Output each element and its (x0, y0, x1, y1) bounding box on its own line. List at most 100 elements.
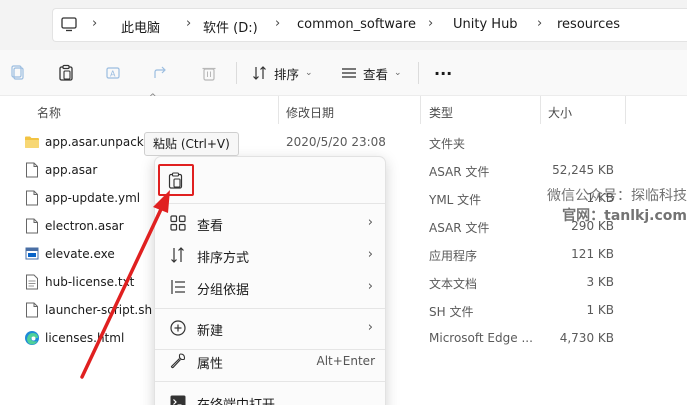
group-icon (171, 280, 185, 294)
file-name: app-update.yml (45, 191, 141, 205)
more-options-button[interactable]: ··· (434, 63, 452, 83)
chevron-down-icon: ⌄ (305, 68, 313, 78)
delete-icon[interactable] (200, 64, 218, 82)
menu-separator (155, 381, 385, 382)
file-name: launcher-script.sh (45, 303, 153, 317)
file-size: 1 KB (586, 303, 614, 317)
address-bar-area: › 此电脑 › 软件 (D:) › common_software › Unit… (0, 0, 687, 50)
column-header-name[interactable]: 名称 (37, 104, 61, 121)
paste-icon (168, 172, 183, 189)
sort-button-label: 排序 (274, 66, 300, 82)
chevron-right-icon: › (92, 16, 98, 31)
view-button-label: 查看 (363, 66, 389, 82)
paste-icon[interactable] (57, 64, 75, 82)
file-name: hub-license.txt (45, 275, 135, 289)
menu-item-label: 分组依据 (197, 283, 250, 298)
view-button[interactable]: 查看 ⌄ (341, 63, 402, 83)
column-divider[interactable] (278, 96, 279, 124)
menu-separator (155, 308, 385, 309)
grid-icon (170, 215, 186, 231)
breadcrumb-item[interactable]: Unity Hub (453, 17, 518, 32)
plus-circle-icon (170, 320, 186, 336)
file-type: 文件夹 (429, 137, 466, 151)
file-name: electron.asar (45, 219, 124, 233)
menu-item-sort-by[interactable]: 排序方式 › (155, 240, 385, 270)
chevron-right-icon: › (367, 279, 373, 294)
menu-item-view[interactable]: 查看 › (155, 208, 385, 238)
watermark-line-1: 微信公众号：探临科技 (547, 188, 687, 204)
file-type: SH 文件 (429, 305, 474, 319)
menu-item-label: 查看 (197, 219, 224, 234)
file-type: Microsoft Edge ... (429, 331, 533, 345)
menu-item-group-by[interactable]: 分组依据 › (155, 272, 385, 302)
column-divider[interactable] (540, 96, 541, 124)
breadcrumb-item[interactable]: 软件 (D:) (203, 17, 258, 36)
view-list-icon (342, 68, 356, 78)
file-date: 2020/5/20 23:08 (286, 135, 386, 149)
file-icon (26, 302, 38, 318)
file-name: licenses.html (45, 331, 125, 345)
file-icon (26, 162, 38, 178)
sort-ascending-icon: ^ (149, 93, 157, 103)
file-name: app.asar (45, 163, 98, 177)
rename-icon[interactable]: A (105, 64, 123, 82)
file-type: ASAR 文件 (429, 165, 490, 179)
column-header-date[interactable]: 修改日期 (286, 104, 334, 121)
sort-icon (253, 66, 266, 80)
menu-item-label: 新建 (197, 324, 224, 339)
chevron-right-icon: › (186, 16, 192, 31)
breadcrumb-item[interactable]: resources (557, 17, 620, 32)
column-divider[interactable] (625, 96, 626, 124)
file-size: 4,730 KB (559, 331, 614, 345)
file-icon (26, 218, 38, 234)
chevron-right-icon: › (367, 247, 373, 262)
text-file-icon (26, 274, 38, 290)
context-menu: 查看 › 排序方式 › 分组依据 › 新建 › 属性 Alt+Enter (154, 156, 386, 405)
menu-item-label: 在终端中打开 (197, 394, 275, 405)
file-type: ASAR 文件 (429, 221, 490, 235)
edge-icon (25, 331, 39, 345)
menu-item-properties[interactable]: 属性 Alt+Enter (155, 346, 385, 376)
menu-item-new[interactable]: 新建 › (155, 313, 385, 343)
watermark-line-2: 官网：tanlkj.com (562, 208, 687, 224)
command-toolbar: A 排序 ⌄ 查看 ⌄ ··· (0, 50, 687, 96)
file-type: 应用程序 (429, 249, 478, 263)
watermark: 微信公众号：探临科技 官网：tanlkj.com (520, 186, 687, 226)
chevron-right-icon: › (537, 16, 543, 31)
file-name: elevate.exe (45, 247, 115, 261)
toolbar-divider (236, 62, 237, 84)
menu-item-shortcut: Alt+Enter (316, 354, 375, 368)
file-size: 121 KB (571, 247, 614, 261)
sort-icon (171, 247, 184, 263)
exe-icon (25, 247, 39, 260)
menu-separator (155, 203, 385, 204)
svg-text:A: A (110, 70, 116, 79)
chevron-right-icon: › (275, 16, 281, 31)
breadcrumb-item[interactable]: common_software (297, 17, 416, 32)
copy-icon[interactable] (9, 64, 27, 82)
file-icon (26, 190, 38, 206)
computer-icon[interactable] (60, 15, 78, 33)
column-header-type[interactable]: 类型 (429, 104, 453, 121)
column-divider[interactable] (420, 96, 421, 124)
file-row[interactable]: app.asar.unpacked 2020/5/20 23:08 文件夹 (0, 128, 687, 156)
more-icon: ··· (434, 63, 453, 83)
folder-icon (25, 136, 39, 148)
menu-item-label: 排序方式 (197, 251, 250, 266)
file-size: 52,245 KB (552, 163, 614, 177)
file-type: YML 文件 (429, 193, 482, 207)
paste-tooltip: 粘贴 (Ctrl+V) (144, 132, 239, 156)
chevron-down-icon: ⌄ (394, 68, 402, 78)
toolbar-divider (418, 62, 419, 84)
file-name: app.asar.unpacked (45, 135, 159, 149)
paste-button[interactable] (158, 164, 194, 196)
chevron-right-icon: › (367, 320, 373, 335)
column-header-size[interactable]: 大小 (548, 104, 572, 121)
chevron-right-icon: › (367, 215, 373, 230)
sort-button[interactable]: 排序 ⌄ (252, 63, 313, 83)
breadcrumb-item[interactable]: 此电脑 (121, 17, 160, 36)
wrench-icon (170, 353, 186, 369)
menu-item-open-terminal[interactable]: 在终端中打开 (155, 387, 385, 405)
share-icon[interactable] (152, 64, 170, 82)
column-headers: ^ 名称 修改日期 类型 大小 (0, 93, 687, 124)
